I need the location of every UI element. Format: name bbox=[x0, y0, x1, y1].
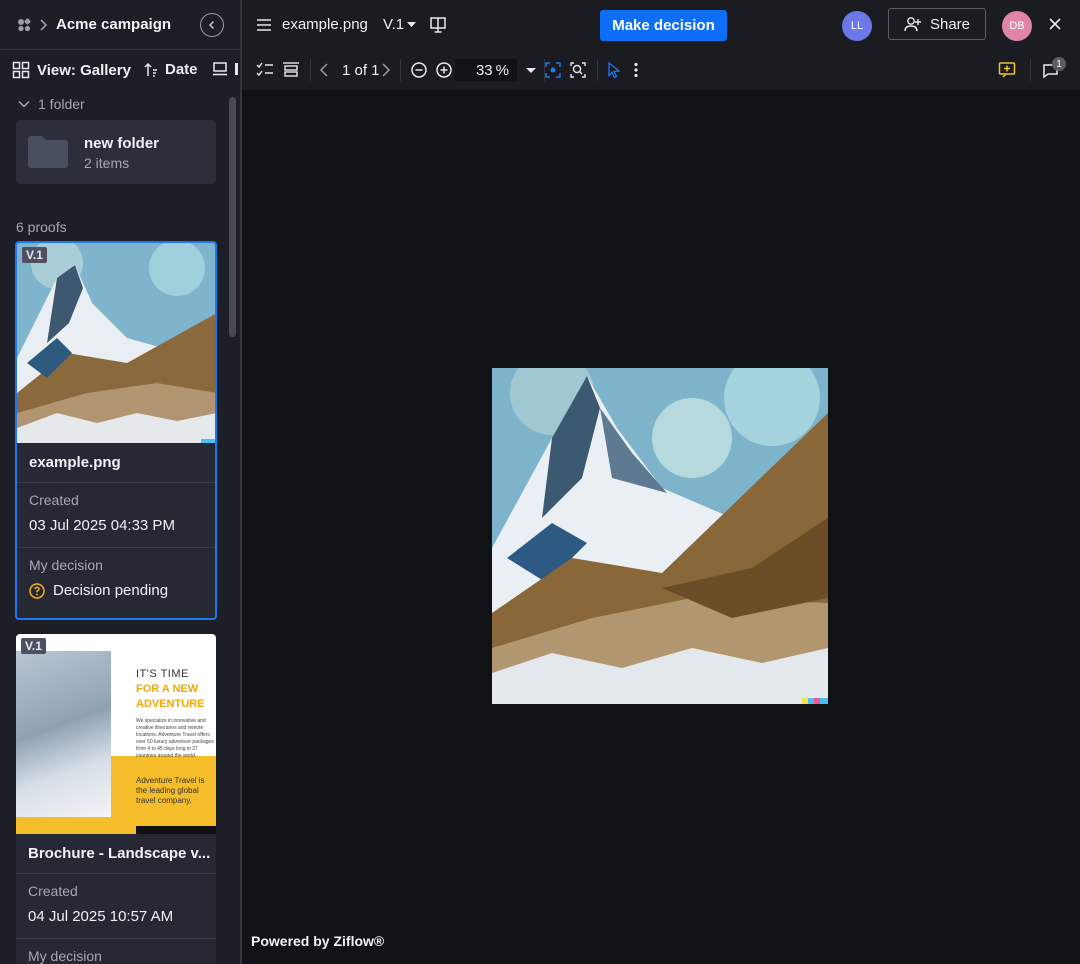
caret-down-icon[interactable] bbox=[522, 61, 540, 79]
chevron-right-icon bbox=[40, 19, 48, 31]
created-value: 04 Jul 2025 10:57 AM bbox=[28, 908, 174, 925]
zoom-input[interactable]: 33% bbox=[455, 59, 517, 81]
mountain-thumbnail-image bbox=[17, 243, 215, 443]
chevron-left-icon[interactable] bbox=[316, 61, 334, 79]
viewer-toolbar: 1 of 1 33% 1 bbox=[242, 50, 1080, 90]
zoom-unit: % bbox=[495, 61, 509, 79]
more-options-icon[interactable] bbox=[627, 61, 645, 79]
sidebar-scrollbar[interactable] bbox=[229, 97, 236, 337]
brochure-tagline: Adventure Travel is the leading global t… bbox=[136, 776, 205, 805]
apps-icon[interactable] bbox=[16, 17, 32, 33]
chevron-right-icon[interactable] bbox=[376, 61, 394, 79]
cursor-icon[interactable] bbox=[605, 61, 623, 79]
proof-decision: My decision bbox=[16, 938, 216, 964]
proof-canvas[interactable]: Powered by Ziflow® bbox=[242, 90, 1080, 964]
version-label: V.1 bbox=[383, 16, 405, 33]
folder-name: new folder bbox=[84, 135, 160, 152]
avatar[interactable]: LL bbox=[842, 11, 872, 41]
share-label: Share bbox=[929, 15, 971, 33]
brochure-body: We specialize in innovative and creative… bbox=[136, 718, 214, 759]
compare-icon[interactable] bbox=[282, 61, 300, 79]
version-dropdown[interactable]: V.1 bbox=[383, 16, 417, 33]
caret-down-icon bbox=[407, 21, 417, 27]
sidebar-toolbar: View: Gallery Date bbox=[0, 51, 240, 89]
proof-thumbnail: V.1 IT'S TIME FOR A NEW ADVENTURE We spe… bbox=[16, 634, 216, 834]
black-strip bbox=[136, 826, 216, 834]
proof-thumbnail: V.1 bbox=[17, 243, 215, 443]
checklist-icon[interactable] bbox=[256, 61, 274, 79]
powered-by-label: Powered by Ziflow® bbox=[251, 933, 385, 949]
brochure-heading: IT'S TIME bbox=[136, 668, 189, 680]
proofs-count: 6 proofs bbox=[16, 219, 67, 235]
file-name: example.png bbox=[282, 16, 368, 33]
fit-to-screen-icon[interactable] bbox=[544, 61, 562, 79]
top-bar: example.png V.1 Make decision LL Share D… bbox=[242, 0, 1080, 50]
collapse-sidebar-button[interactable] bbox=[200, 13, 224, 37]
add-comment-icon[interactable] bbox=[998, 61, 1016, 79]
chevron-left-icon bbox=[208, 20, 215, 30]
created-value: 03 Jul 2025 04:33 PM bbox=[29, 517, 175, 534]
brochure-thumbnail: IT'S TIME FOR A NEW ADVENTURE We special… bbox=[16, 634, 216, 834]
folder-card[interactable]: new folder 2 items bbox=[16, 120, 216, 184]
sidebar: Acme campaign View: Gallery Date 1 folde… bbox=[0, 0, 241, 964]
decision-label: My decision bbox=[29, 557, 103, 573]
avatar[interactable]: DB bbox=[1002, 11, 1032, 41]
sidebar-header: Acme campaign bbox=[0, 0, 240, 50]
decision-status: Decision pending bbox=[29, 582, 203, 599]
add-user-icon bbox=[904, 17, 921, 32]
chevron-down-icon bbox=[18, 100, 30, 108]
folder-item-count: 2 items bbox=[84, 155, 130, 171]
version-badge: V.1 bbox=[21, 638, 46, 654]
page-count: 1 of 1 bbox=[342, 62, 380, 79]
toolbar-divider bbox=[310, 59, 311, 81]
proof-card[interactable]: V.1 IT'S TIME FOR A NEW ADVENTURE We spe… bbox=[16, 634, 216, 964]
proof-image[interactable] bbox=[492, 368, 828, 704]
brochure-headline-line: FOR A NEW bbox=[136, 683, 199, 695]
skier-photo bbox=[16, 651, 111, 817]
question-circle-icon bbox=[29, 582, 45, 599]
folder-count-label: 1 folder bbox=[38, 96, 85, 112]
filter-button[interactable] bbox=[212, 61, 238, 77]
proof-created: Created 03 Jul 2025 04:33 PM bbox=[17, 482, 215, 547]
project-title[interactable]: Acme campaign bbox=[56, 16, 171, 33]
proof-name: Brochure - Landscape v... bbox=[28, 845, 211, 862]
decision-value: Decision pending bbox=[53, 582, 169, 599]
comment-count-badge: 1 bbox=[1052, 57, 1066, 71]
toolbar-divider bbox=[400, 59, 401, 81]
make-decision-button[interactable]: Make decision bbox=[600, 10, 727, 41]
sort-button[interactable]: Date bbox=[144, 61, 198, 78]
proof-name: example.png bbox=[29, 454, 121, 471]
brochure-headline-line: ADVENTURE bbox=[136, 698, 205, 710]
share-button[interactable]: Share bbox=[888, 8, 986, 40]
menu-icon[interactable] bbox=[256, 17, 272, 33]
close-icon[interactable] bbox=[1048, 17, 1062, 31]
truncated-item bbox=[235, 63, 238, 75]
presentation-icon[interactable] bbox=[429, 16, 447, 34]
folder-section-toggle[interactable]: 1 folder bbox=[18, 96, 85, 112]
created-label: Created bbox=[28, 883, 78, 899]
proof-created: Created 04 Jul 2025 10:57 AM bbox=[16, 873, 216, 938]
zoom-to-region-icon[interactable] bbox=[569, 61, 587, 79]
sort-label: Date bbox=[165, 61, 198, 78]
zoom-in-icon[interactable] bbox=[435, 61, 453, 79]
grid-icon bbox=[12, 61, 30, 79]
toolbar-divider bbox=[597, 59, 598, 81]
decision-label: My decision bbox=[28, 948, 102, 964]
folder-icon bbox=[28, 136, 68, 168]
zoom-out-icon[interactable] bbox=[410, 61, 428, 79]
yellow-strip bbox=[16, 817, 136, 834]
brochure-headline: FOR A NEW ADVENTURE bbox=[136, 682, 204, 712]
sort-icon bbox=[144, 62, 157, 77]
view-mode-label: View: Gallery bbox=[37, 61, 131, 79]
created-label: Created bbox=[29, 492, 79, 508]
version-badge: V.1 bbox=[22, 247, 47, 263]
mountain-image bbox=[492, 368, 828, 704]
view-mode-button[interactable]: View: Gallery bbox=[12, 61, 131, 79]
proof-card[interactable]: V.1 example.png Created 03 Jul 2025 04:3… bbox=[15, 241, 217, 620]
proof-decision: My decision Decision pending bbox=[17, 547, 215, 612]
layout-icon bbox=[213, 62, 227, 76]
zoom-value: 33 bbox=[475, 61, 493, 79]
toolbar-divider bbox=[1030, 59, 1031, 81]
